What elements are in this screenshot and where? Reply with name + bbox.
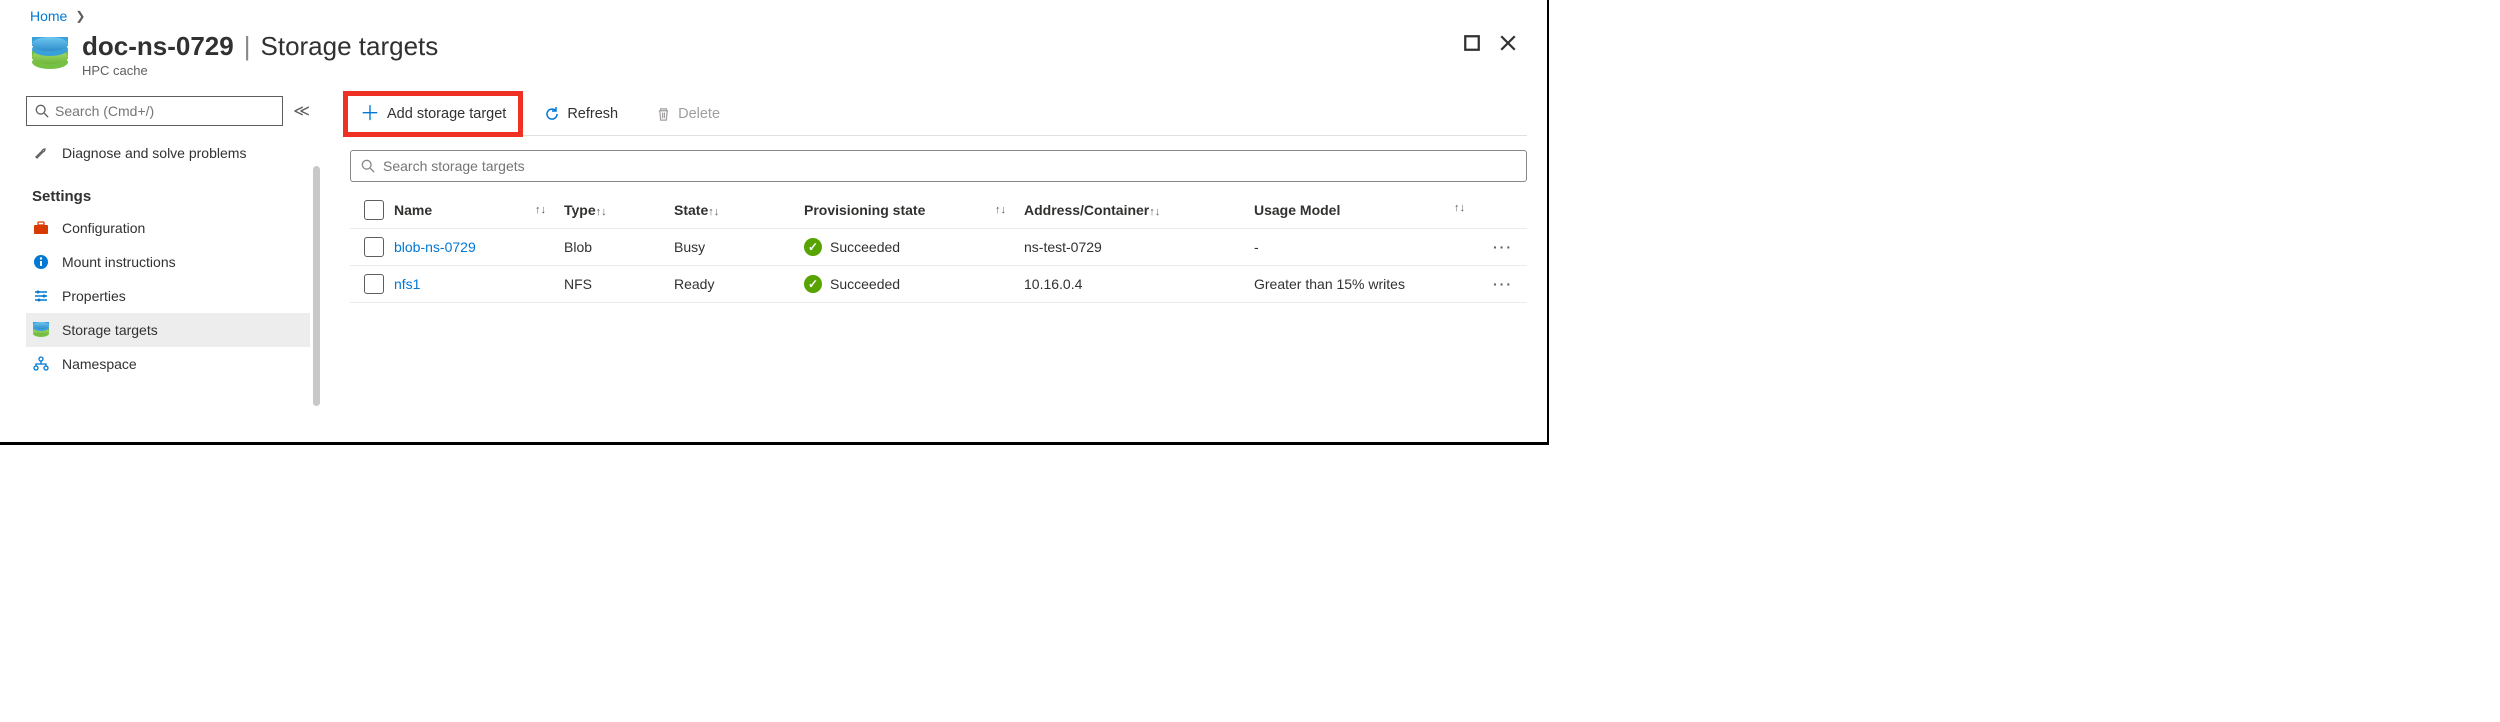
sidebar: ≪ Diagnose and solve problems Settings C…	[0, 96, 320, 445]
cell-addr: ns-test-0729	[1024, 239, 1254, 255]
sidebar-scrollbar[interactable]	[313, 166, 320, 406]
storage-targets-table: Name↑↓ Type↑↓ State↑↓ Provisioning state…	[350, 192, 1527, 303]
hpc-cache-small-icon	[32, 321, 50, 339]
refresh-button[interactable]: Refresh	[534, 100, 628, 128]
resource-name: doc-ns-0729	[82, 32, 234, 61]
col-name-header[interactable]: Name	[394, 202, 432, 218]
cell-state: Busy	[674, 239, 804, 255]
command-bar: ＋ Add storage target Refresh Delete	[350, 96, 1527, 136]
nav-storage-targets[interactable]: Storage targets	[26, 313, 310, 347]
add-storage-target-button[interactable]: ＋ Add storage target	[350, 98, 516, 130]
success-icon: ✓	[804, 238, 822, 256]
toolbox-icon	[32, 219, 50, 237]
breadcrumb: Home ❯	[0, 0, 1547, 28]
table-row[interactable]: blob-ns-0729 Blob Busy ✓ Succeeded ns-tes…	[350, 229, 1527, 266]
plus-icon: ＋	[360, 104, 380, 124]
hpc-cache-icon	[30, 35, 70, 75]
main-content: ＋ Add storage target Refresh Delete	[320, 96, 1547, 445]
cell-type: Blob	[564, 239, 674, 255]
table-row[interactable]: nfs1 NFS Ready ✓ Succeeded 10.16.0.4 Grea…	[350, 266, 1527, 303]
sort-icon[interactable]: ↑↓	[708, 206, 737, 218]
page-title: doc-ns-0729 | Storage targets	[82, 32, 438, 61]
row-checkbox[interactable]	[364, 237, 384, 257]
filter-input[interactable]	[383, 158, 1516, 174]
sliders-icon	[32, 287, 50, 305]
cell-prov: Succeeded	[830, 276, 900, 292]
row-checkbox[interactable]	[364, 274, 384, 294]
col-usage-header[interactable]: Usage Model	[1254, 202, 1340, 218]
storage-target-link[interactable]: nfs1	[394, 276, 420, 292]
filter-box[interactable]	[350, 150, 1527, 182]
hierarchy-icon	[32, 355, 50, 373]
search-icon	[35, 104, 49, 118]
nav-namespace[interactable]: Namespace	[26, 347, 310, 381]
storage-target-link[interactable]: blob-ns-0729	[394, 239, 476, 255]
search-icon	[361, 159, 375, 173]
col-type-header[interactable]: Type	[564, 202, 596, 218]
trash-icon	[656, 107, 671, 122]
col-addr-header[interactable]: Address/Container	[1024, 202, 1149, 218]
nav-configuration[interactable]: Configuration	[26, 211, 310, 245]
nav-diagnose[interactable]: Diagnose and solve problems	[26, 136, 310, 170]
resource-type-label: HPC cache	[82, 63, 438, 78]
col-state-header[interactable]: State	[674, 202, 708, 218]
collapse-sidebar-icon[interactable]: ≪	[293, 101, 310, 121]
nav-mount-instructions[interactable]: Mount instructions	[26, 245, 310, 279]
info-icon	[32, 253, 50, 271]
cell-addr: 10.16.0.4	[1024, 276, 1254, 292]
blade-header: doc-ns-0729 | Storage targets HPC cache	[0, 28, 1547, 78]
col-prov-header[interactable]: Provisioning state	[804, 202, 925, 218]
cell-usage: Greater than 15% writes	[1254, 276, 1483, 292]
sort-icon[interactable]: ↑↓	[1454, 202, 1483, 214]
sidebar-search[interactable]	[26, 96, 283, 126]
delete-button: Delete	[646, 100, 730, 128]
sort-icon[interactable]: ↑↓	[596, 206, 625, 218]
row-context-menu[interactable]: ···	[1483, 276, 1523, 292]
table-header-row: Name↑↓ Type↑↓ State↑↓ Provisioning state…	[350, 192, 1527, 229]
breadcrumb-home-link[interactable]: Home	[30, 8, 67, 24]
sort-icon[interactable]: ↑↓	[995, 204, 1024, 216]
sort-icon[interactable]: ↑↓	[1149, 206, 1178, 218]
cell-usage: -	[1254, 239, 1483, 255]
close-icon[interactable]	[1499, 34, 1517, 52]
cell-type: NFS	[564, 276, 674, 292]
blade-name: Storage targets	[261, 32, 439, 61]
sidebar-search-input[interactable]	[55, 103, 274, 119]
cell-state: Ready	[674, 276, 804, 292]
restore-window-icon[interactable]	[1463, 34, 1481, 52]
sort-icon[interactable]: ↑↓	[535, 204, 564, 216]
nav-properties[interactable]: Properties	[26, 279, 310, 313]
cell-prov: Succeeded	[830, 239, 900, 255]
select-all-checkbox[interactable]	[364, 200, 384, 220]
nav-section-settings: Settings	[26, 170, 310, 211]
success-icon: ✓	[804, 275, 822, 293]
chevron-right-icon: ❯	[75, 9, 85, 23]
row-context-menu[interactable]: ···	[1483, 239, 1523, 255]
refresh-icon	[544, 106, 560, 122]
wrench-icon	[32, 144, 50, 162]
